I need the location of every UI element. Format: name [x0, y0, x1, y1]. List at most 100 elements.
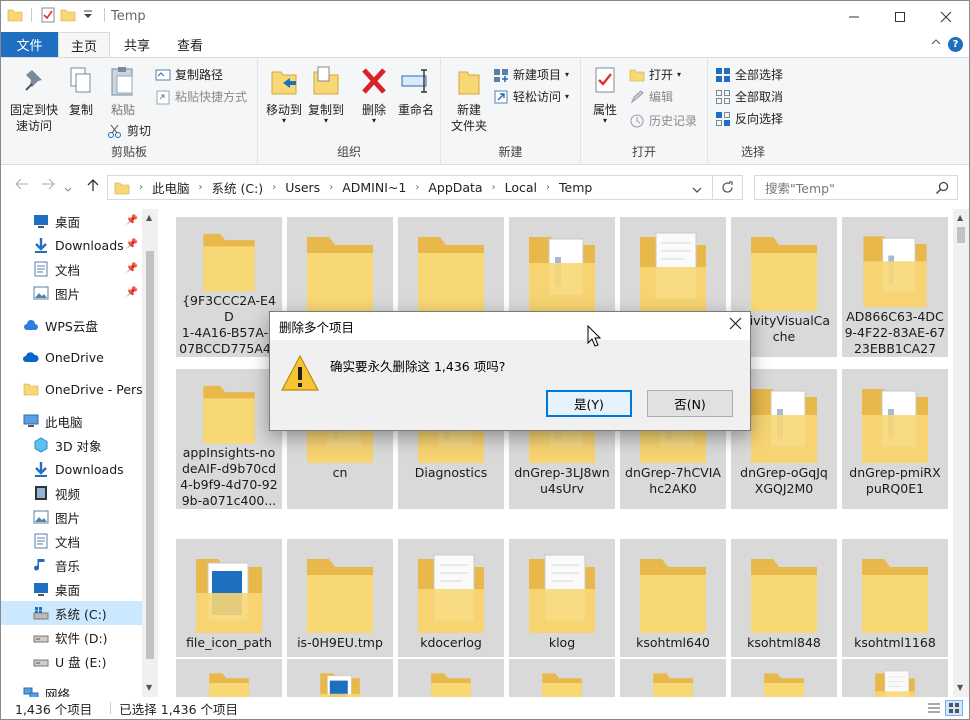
- history-button[interactable]: 历史记录: [629, 112, 697, 129]
- file-tile[interactable]: [731, 659, 837, 697]
- file-tile[interactable]: [287, 659, 393, 697]
- scroll-down-icon[interactable]: ▼: [957, 683, 963, 692]
- scroll-up-icon[interactable]: ▲: [146, 213, 152, 222]
- new-folder-button[interactable]: 新建 文件夹: [445, 64, 493, 134]
- copy-path-button[interactable]: 复制路径: [155, 66, 223, 83]
- tab-view[interactable]: 查看: [166, 32, 214, 57]
- content-scrollbar-thumb[interactable]: [957, 227, 965, 243]
- forward-button[interactable]: [41, 178, 55, 194]
- nav-item-pictures[interactable]: 图片 📌: [1, 281, 142, 305]
- back-button[interactable]: [15, 178, 29, 194]
- nav-item-usb-e[interactable]: U 盘 (E:): [1, 649, 142, 673]
- breadcrumb-chevron-icon[interactable]: ›: [415, 182, 419, 193]
- file-tile[interactable]: [842, 659, 948, 697]
- file-tile[interactable]: [398, 659, 504, 697]
- details-view-button[interactable]: [927, 701, 941, 718]
- paste-button[interactable]: 粘贴: [101, 64, 145, 118]
- nav-item-software-d[interactable]: 软件 (D:): [1, 625, 142, 649]
- file-tile[interactable]: kdocerlog: [398, 539, 504, 657]
- tab-home[interactable]: 主页: [58, 32, 110, 57]
- help-button[interactable]: ?: [948, 37, 963, 52]
- breadcrumb-chevron-icon[interactable]: ›: [199, 182, 203, 193]
- nav-item-desktop-pc[interactable]: 桌面: [1, 577, 142, 601]
- file-tile[interactable]: appInsights-no deAIF-d9b70cd 4-b9f9-4d70…: [176, 369, 282, 509]
- breadcrumb-admin[interactable]: ADMINI~1: [342, 180, 406, 195]
- file-tile[interactable]: AD866C63-4DC 9-4F22-83AE-67 23EBB1CA27: [842, 217, 948, 357]
- nav-item-desktop[interactable]: 桌面 📌: [1, 209, 142, 233]
- file-tile[interactable]: [509, 659, 615, 697]
- breadcrumb-this-pc[interactable]: 此电脑: [152, 178, 190, 197]
- tab-share[interactable]: 共享: [113, 32, 161, 57]
- breadcrumb-chevron-icon[interactable]: ›: [546, 182, 550, 193]
- breadcrumb-chevron-icon[interactable]: ›: [492, 182, 496, 193]
- nav-item-downloads[interactable]: Downloads 📌: [1, 233, 142, 257]
- recent-locations-button[interactable]: [64, 181, 72, 197]
- dialog-yes-button[interactable]: 是(Y): [546, 390, 632, 417]
- file-tile[interactable]: ksohtml1168: [842, 539, 948, 657]
- scroll-down-icon[interactable]: ▼: [146, 683, 152, 692]
- file-tile[interactable]: is-0H9EU.tmp: [287, 539, 393, 657]
- properties-button[interactable]: 属性 ▾: [585, 64, 625, 125]
- breadcrumb-appdata[interactable]: AppData: [428, 180, 482, 195]
- scroll-up-icon[interactable]: ▲: [957, 213, 963, 222]
- ribbon-collapse-button[interactable]: [931, 38, 941, 49]
- copy-button[interactable]: 复制: [61, 64, 101, 118]
- delete-button[interactable]: 删除 ▾: [354, 64, 394, 125]
- select-all-button[interactable]: 全部选择: [715, 66, 783, 83]
- nav-item-this-pc[interactable]: 此电脑: [1, 409, 142, 433]
- search-input[interactable]: 搜索"Temp": [754, 175, 958, 200]
- file-tile[interactable]: [620, 659, 726, 697]
- file-tile[interactable]: klog: [509, 539, 615, 657]
- new-folder-icon[interactable]: [60, 7, 76, 23]
- minimize-button[interactable]: [831, 1, 877, 32]
- nav-item-downloads-pc[interactable]: Downloads: [1, 457, 142, 481]
- breadcrumb-chevron-icon[interactable]: ›: [272, 182, 276, 193]
- nav-item-3d-objects[interactable]: 3D 对象: [1, 433, 142, 457]
- close-button[interactable]: [923, 1, 969, 32]
- new-item-button[interactable]: 新建项目 ▾: [493, 66, 569, 83]
- address-bar[interactable]: › 此电脑 › 系统 (C:) › Users › ADMINI~1 › AppData…: [107, 175, 713, 200]
- breadcrumb-c-drive[interactable]: 系统 (C:): [212, 178, 264, 197]
- properties-icon[interactable]: [40, 7, 56, 23]
- file-tile[interactable]: ksohtml848: [731, 539, 837, 657]
- large-icons-view-button[interactable]: [945, 700, 963, 716]
- refresh-button[interactable]: [713, 175, 743, 200]
- invert-selection-button[interactable]: 反向选择: [715, 110, 783, 127]
- nav-item-network[interactable]: 网络: [1, 681, 142, 697]
- breadcrumb-chevron-icon[interactable]: ›: [329, 182, 333, 193]
- nav-item-documents-pc[interactable]: 文档: [1, 529, 142, 553]
- breadcrumb-users[interactable]: Users: [285, 180, 320, 195]
- move-to-button[interactable]: 移动到 ▾: [262, 64, 306, 125]
- nav-item-onedrive-personal[interactable]: OneDrive - Personal: [1, 377, 142, 401]
- up-button[interactable]: [87, 178, 99, 196]
- select-none-button[interactable]: 全部取消: [715, 88, 783, 105]
- cut-button[interactable]: 剪切: [107, 122, 151, 139]
- nav-scrollbar[interactable]: ▲ ▼: [142, 209, 158, 697]
- open-button[interactable]: 打开 ▾: [629, 66, 681, 83]
- maximize-button[interactable]: [877, 1, 923, 32]
- dialog-close-button[interactable]: [729, 317, 742, 333]
- file-tile[interactable]: {9F3CCC2A-E4D 1-4A16-B57A-8 07BCCD775A4}: [176, 217, 282, 357]
- tab-file[interactable]: 文件: [1, 32, 58, 57]
- edit-button[interactable]: 编辑: [629, 88, 673, 105]
- file-tile[interactable]: ksohtml640: [620, 539, 726, 657]
- content-scrollbar[interactable]: ▲ ▼: [953, 209, 969, 697]
- customize-qat-icon[interactable]: [80, 7, 96, 23]
- file-tile[interactable]: dnGrep-pmiRX puRQ0E1: [842, 369, 948, 509]
- address-history-dropdown[interactable]: [692, 183, 702, 197]
- nav-item-documents[interactable]: 文档 📌: [1, 257, 142, 281]
- breadcrumb-temp[interactable]: Temp: [559, 180, 592, 195]
- nav-item-onedrive[interactable]: OneDrive: [1, 345, 142, 369]
- nav-item-music[interactable]: 音乐: [1, 553, 142, 577]
- copy-to-button[interactable]: 复制到 ▾: [304, 64, 348, 125]
- nav-item-wps-cloud[interactable]: WPS云盘: [1, 313, 142, 337]
- file-tile[interactable]: file_icon_path: [176, 539, 282, 657]
- rename-button[interactable]: 重命名: [394, 64, 438, 118]
- nav-item-pictures-pc[interactable]: 图片: [1, 505, 142, 529]
- nav-item-videos[interactable]: 视频: [1, 481, 142, 505]
- file-tile[interactable]: [176, 659, 282, 697]
- easy-access-button[interactable]: 轻松访问 ▾: [493, 88, 569, 105]
- dialog-no-button[interactable]: 否(N): [647, 390, 733, 417]
- nav-item-system-c[interactable]: 系统 (C:): [1, 601, 142, 625]
- paste-shortcut-button[interactable]: 粘贴快捷方式: [155, 88, 247, 105]
